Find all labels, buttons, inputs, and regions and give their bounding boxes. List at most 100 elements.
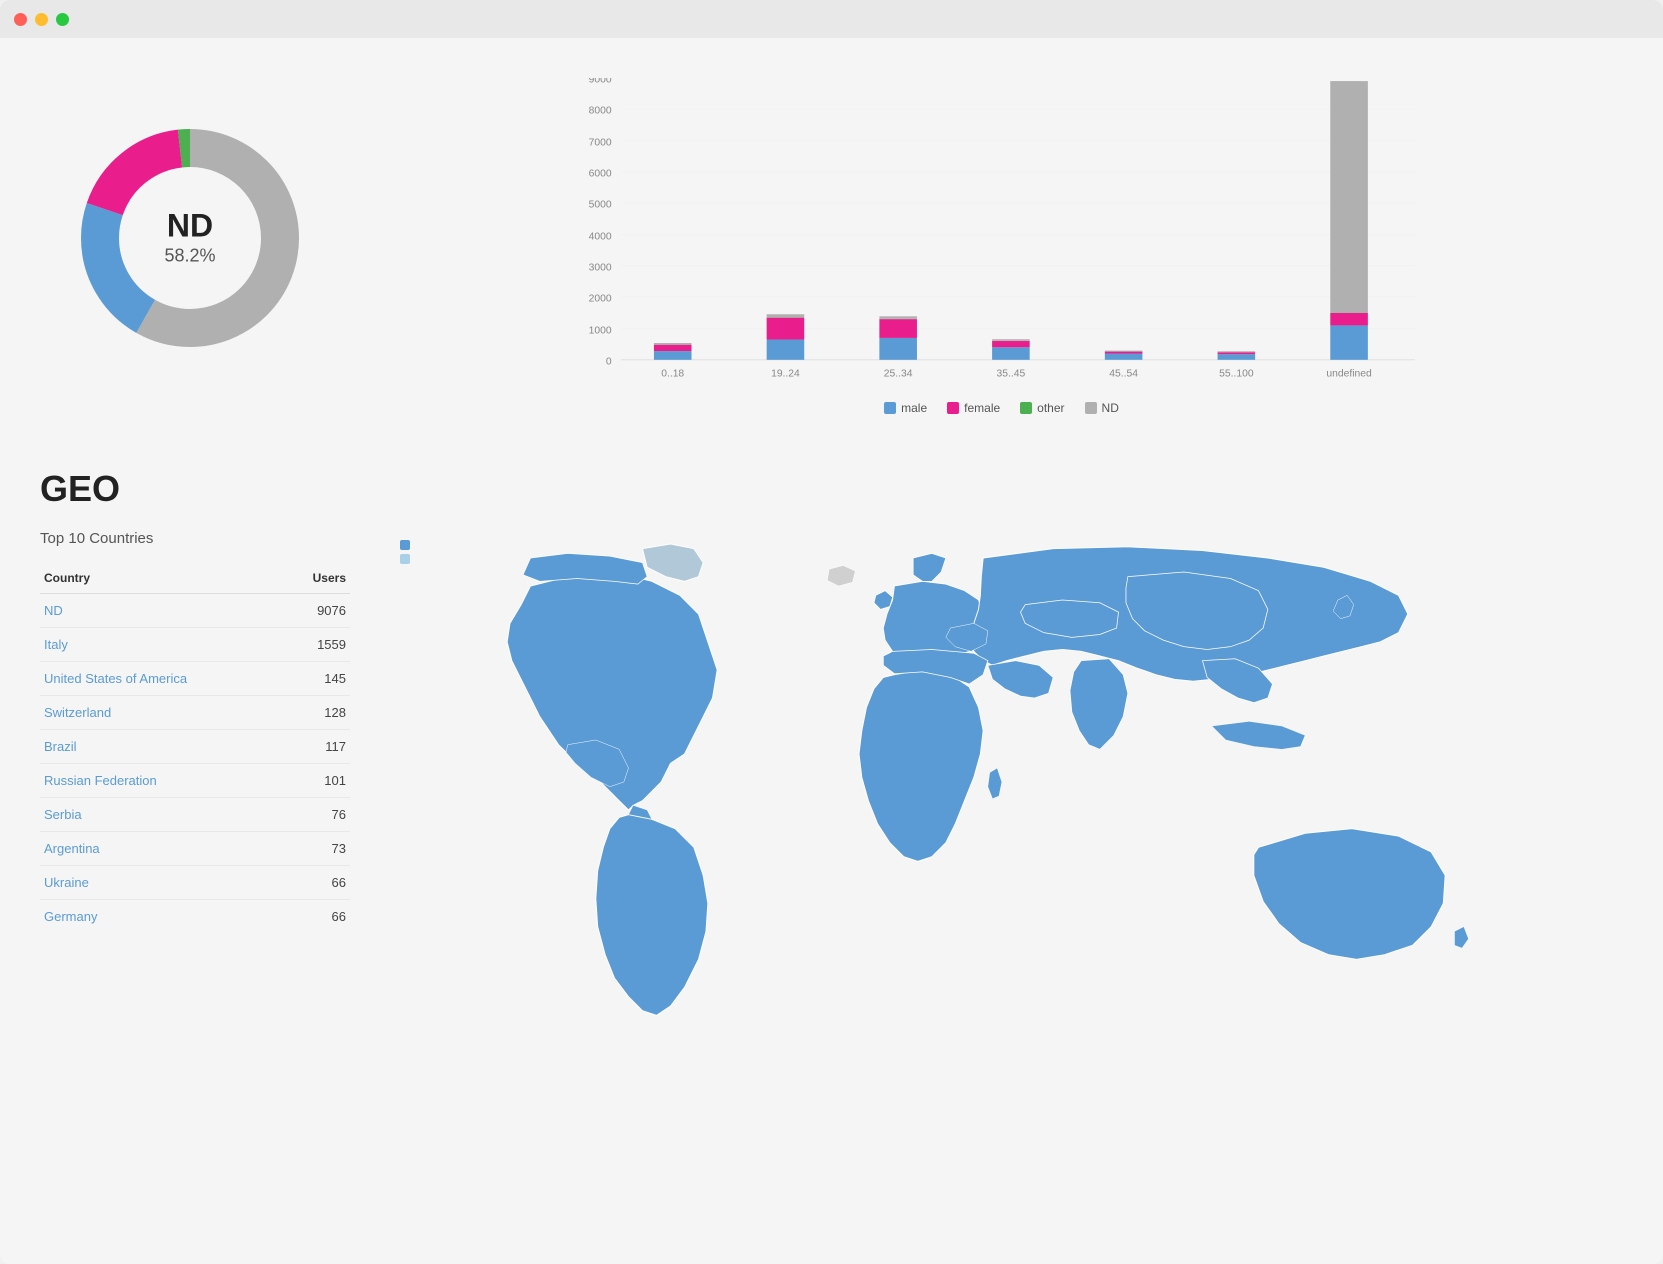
country-link[interactable]: United States of America (44, 671, 187, 686)
users-cell: 117 (283, 730, 350, 764)
svg-text:25..34: 25..34 (884, 369, 913, 380)
donut-chart-container: ND 58.2% (40, 68, 340, 408)
country-link[interactable]: Argentina (44, 841, 100, 856)
users-cell: 66 (283, 900, 350, 934)
bar-35-45-female (992, 341, 1030, 347)
donut-label: ND (164, 210, 215, 242)
world-map-svg (390, 530, 1623, 1090)
legend-nd: ND (1085, 401, 1119, 415)
top-section: ND 58.2% 0 1000 2000 3000 4000 5000 6000… (40, 68, 1623, 428)
bar-chart-container: 0 1000 2000 3000 4000 5000 6000 7000 800… (380, 68, 1623, 428)
country-cell: Brazil (40, 730, 283, 764)
legend-dot-female (947, 402, 959, 414)
geo-table-title: Top 10 Countries (40, 530, 350, 553)
country-link[interactable]: Germany (44, 909, 97, 924)
bar-55-100-nd (1218, 351, 1256, 352)
svg-text:2000: 2000 (589, 294, 612, 305)
table-row: Russian Federation 101 (40, 764, 350, 798)
map-legend-active (400, 540, 410, 550)
map-legend-light (400, 554, 410, 564)
legend-dot-male (884, 402, 896, 414)
users-cell: 1559 (283, 628, 350, 662)
close-button[interactable] (14, 13, 27, 26)
svg-text:19..24: 19..24 (771, 369, 800, 380)
maximize-button[interactable] (56, 13, 69, 26)
legend-label-male: male (901, 401, 927, 415)
svg-text:6000: 6000 (589, 169, 612, 180)
geo-section: GEO Top 10 Countries Country Users ND907 (40, 468, 1623, 1110)
bar-19-24-male (767, 340, 805, 360)
bar-45-54-nd (1105, 351, 1143, 352)
bar-25-34-nd (879, 316, 917, 319)
table-row: Italy 1559 (40, 628, 350, 662)
users-cell: 9076 (283, 594, 350, 628)
country-cell: Argentina (40, 832, 283, 866)
svg-text:0: 0 (606, 357, 612, 368)
country-link[interactable]: Serbia (44, 807, 82, 822)
col-country: Country (40, 563, 283, 594)
bar-undefined-female (1330, 313, 1368, 325)
bar-25-34-male (879, 338, 917, 360)
svg-text:undefined: undefined (1326, 369, 1372, 380)
country-link[interactable]: ND (44, 603, 63, 618)
legend-other: other (1020, 401, 1064, 415)
svg-text:9000: 9000 (589, 78, 612, 86)
bar-chart-svg: 0 1000 2000 3000 4000 5000 6000 7000 800… (380, 78, 1623, 388)
legend-label-female: female (964, 401, 1000, 415)
bar-undefined-male (1330, 325, 1368, 359)
bar-45-54-female (1105, 352, 1143, 354)
svg-text:5000: 5000 (589, 200, 612, 211)
svg-text:0..18: 0..18 (661, 369, 684, 380)
bar-35-45-nd (992, 339, 1030, 341)
table-header-row: Country Users (40, 563, 350, 594)
legend-dot-nd (1085, 402, 1097, 414)
bar-25-34-female (879, 319, 917, 338)
donut-center: ND 58.2% (164, 210, 215, 267)
map-container (390, 530, 1623, 1110)
legend-male: male (884, 401, 927, 415)
table-row: ND 9076 (40, 594, 350, 628)
geo-table: Country Users ND 9076 Italy 1559 United Stat… (40, 563, 350, 933)
country-cell: Serbia (40, 798, 283, 832)
country-link[interactable]: Russian Federation (44, 773, 157, 788)
bar-55-100-male (1218, 354, 1256, 360)
country-link[interactable]: Brazil (44, 739, 77, 754)
users-cell: 145 (283, 662, 350, 696)
table-row: Switzerland128 (40, 696, 350, 730)
table-row: Argentina73 (40, 832, 350, 866)
geo-table-container: Top 10 Countries Country Users ND9076Ita… (40, 530, 350, 933)
legend-female: female (947, 401, 1000, 415)
users-cell: 66 (283, 866, 350, 900)
country-cell: ND (40, 594, 283, 628)
table-row: Germany 66 (40, 900, 350, 934)
main-window: ND 58.2% 0 1000 2000 3000 4000 5000 6000… (0, 0, 1663, 1264)
content-area: ND 58.2% 0 1000 2000 3000 4000 5000 6000… (0, 38, 1663, 1140)
svg-text:8000: 8000 (589, 106, 612, 117)
country-link[interactable]: Ukraine (44, 875, 89, 890)
legend-label-nd: ND (1102, 401, 1119, 415)
donut-percentage: 58.2% (164, 246, 215, 267)
table-row: Brazil 117 (40, 730, 350, 764)
country-link[interactable]: Italy (44, 637, 68, 652)
bar-0-18-male (654, 351, 692, 360)
bar-35-45-male (992, 347, 1030, 359)
users-cell: 101 (283, 764, 350, 798)
chart-legend: male female other ND (380, 401, 1623, 415)
legend-label-other: other (1037, 401, 1064, 415)
svg-text:35..45: 35..45 (997, 369, 1026, 380)
bar-19-24-nd (767, 314, 805, 317)
bar-45-54-male (1105, 354, 1143, 360)
svg-text:3000: 3000 (589, 263, 612, 274)
map-legend (400, 540, 410, 564)
col-users: Users (283, 563, 350, 594)
geo-content: Top 10 Countries Country Users ND9076Ita… (40, 530, 1623, 1110)
country-cell: Germany (40, 900, 283, 934)
table-row: Ukraine 66 (40, 866, 350, 900)
country-cell: Italy (40, 628, 283, 662)
country-link[interactable]: Switzerland (44, 705, 111, 720)
minimize-button[interactable] (35, 13, 48, 26)
country-cell: Switzerland (40, 696, 283, 730)
svg-text:4000: 4000 (589, 232, 612, 243)
svg-text:45..54: 45..54 (1109, 369, 1138, 380)
geo-title: GEO (40, 468, 1623, 510)
